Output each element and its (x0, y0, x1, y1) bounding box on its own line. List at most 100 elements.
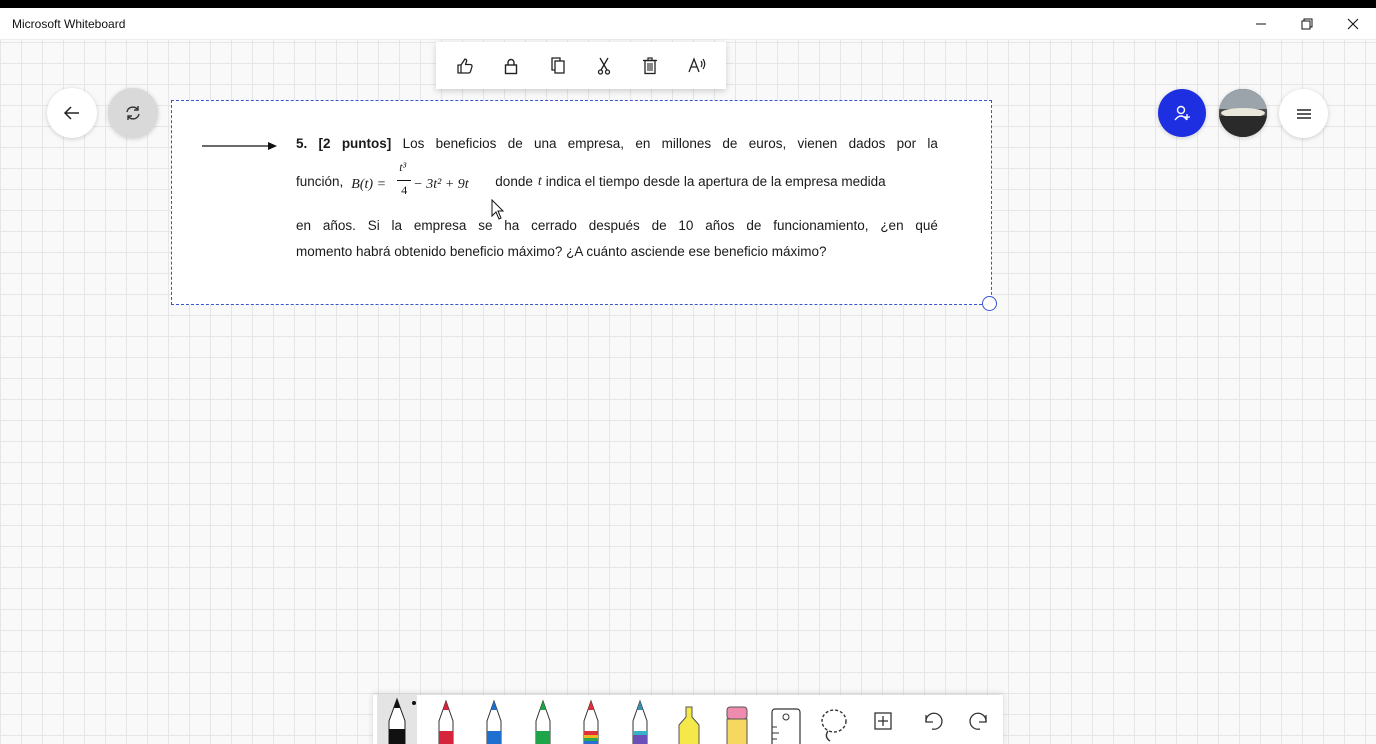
word: Si (367, 218, 380, 233)
word: millones (661, 136, 712, 151)
restore-button[interactable] (1284, 8, 1330, 40)
word: la (391, 218, 403, 233)
pen-red-icon (438, 699, 454, 744)
word: 10 (678, 218, 694, 233)
minimize-icon (1256, 23, 1266, 25)
word: qué (915, 218, 938, 233)
word: la (927, 136, 938, 151)
word: ¿en (880, 218, 904, 233)
add-person-icon (1174, 105, 1190, 121)
line2-donde: donde (495, 174, 533, 189)
pen-green-icon (535, 699, 551, 744)
avatar-photo-icon (1219, 89, 1267, 137)
read-aloud-icon (688, 56, 706, 72)
resize-handle[interactable] (982, 296, 997, 311)
pen-black-icon (388, 697, 416, 744)
problem-line-2: función, B(t) = t³ 4 − 3t² + 9t donde t … (296, 160, 938, 206)
arrow-right-icon (202, 142, 277, 150)
close-icon (1347, 18, 1359, 30)
fraction-bar (397, 180, 412, 181)
lock-icon (505, 58, 518, 74)
menu-button[interactable] (1279, 89, 1328, 138)
scissors-icon (597, 57, 611, 75)
word: después (588, 218, 640, 233)
pen-rainbow-tool[interactable] (571, 695, 611, 744)
pen-black-tool[interactable] (377, 695, 417, 744)
word: ha (504, 218, 520, 233)
problem-line-3: en años. Si la empresa se ha cerrado después de 10… (296, 218, 938, 233)
word: 5. (296, 136, 308, 151)
sync-icon (126, 106, 140, 120)
app-title: Microsoft Whiteboard (12, 16, 126, 31)
cut-button[interactable] (586, 48, 622, 84)
word: cerrado (531, 218, 577, 233)
word: empresa, (567, 136, 625, 151)
word: vienen (797, 136, 838, 151)
back-button[interactable] (47, 88, 97, 138)
word: [2 (318, 136, 331, 151)
eraser-tool[interactable] (717, 695, 757, 744)
word: de (746, 218, 762, 233)
highlighter-yellow-icon (678, 706, 700, 744)
word: años. (322, 218, 356, 233)
react-button[interactable] (447, 48, 483, 84)
read-aloud-button[interactable] (679, 48, 715, 84)
delete-button[interactable] (632, 48, 668, 84)
word: dados (848, 136, 886, 151)
window-controls (1238, 8, 1376, 40)
close-button[interactable] (1330, 8, 1376, 40)
pen-tray (373, 695, 1003, 744)
arrow-left-icon (63, 106, 79, 120)
copy-icon (551, 56, 565, 74)
word: años (705, 218, 735, 233)
line2-var: t (537, 174, 542, 189)
lock-button[interactable] (493, 48, 529, 84)
pen-green-tool[interactable] (523, 695, 563, 744)
word: en (296, 218, 312, 233)
title-bar: Microsoft Whiteboard (0, 8, 1376, 40)
pen-blue-icon (486, 699, 502, 744)
restore-icon (1301, 18, 1313, 30)
copy-button[interactable] (540, 48, 576, 84)
problem-line-4: momento habrá obtenido beneficio máximo?… (296, 244, 827, 259)
ruler-tool[interactable] (766, 695, 806, 744)
word: una (533, 136, 557, 151)
formula-numerator: t³ (399, 160, 407, 174)
word: puntos] (341, 136, 392, 151)
ruler-icon (771, 708, 801, 744)
pen-rainbow-icon (583, 699, 599, 744)
word: de (722, 136, 738, 151)
trash-icon (643, 56, 658, 74)
pen-blue-tool[interactable] (474, 695, 514, 744)
problem-line-1: 5. [2 puntos] Los beneficios de una empresa, en m… (296, 136, 938, 151)
user-avatar[interactable] (1219, 89, 1267, 137)
add-tool-icon (874, 712, 892, 730)
word: en (635, 136, 651, 151)
invite-button[interactable] (1158, 89, 1206, 137)
eraser-icon (726, 706, 748, 744)
line2-prefix: función, (296, 174, 344, 189)
profit-formula: B(t) = t³ 4 − 3t² + 9t (351, 160, 491, 206)
pen-galaxy-tool[interactable] (620, 695, 660, 744)
redo-icon (969, 712, 987, 730)
top-border (0, 0, 1376, 8)
redo-tool[interactable] (960, 695, 1000, 744)
undo-icon (924, 712, 943, 730)
word: empresa (413, 218, 467, 233)
hamburger-menu-icon (1296, 108, 1311, 119)
sync-button[interactable] (108, 88, 158, 138)
formula-rest: − 3t² + 9t (413, 177, 469, 192)
add-tool-tool[interactable] (863, 695, 903, 744)
thumbs-up-icon (457, 57, 473, 74)
formula-lhs: B(t) = (351, 177, 387, 192)
pen-red-tool[interactable] (426, 695, 466, 744)
lasso-select-tool[interactable] (814, 695, 854, 744)
word: euros, (748, 136, 787, 151)
word: Los (402, 136, 425, 151)
word: beneficios (435, 136, 497, 151)
mouse-cursor-icon (491, 199, 505, 220)
undo-tool[interactable] (912, 695, 952, 744)
highlighter-yellow-tool[interactable] (669, 695, 709, 744)
minimize-button[interactable] (1238, 8, 1284, 40)
context-toolbar (436, 42, 726, 89)
